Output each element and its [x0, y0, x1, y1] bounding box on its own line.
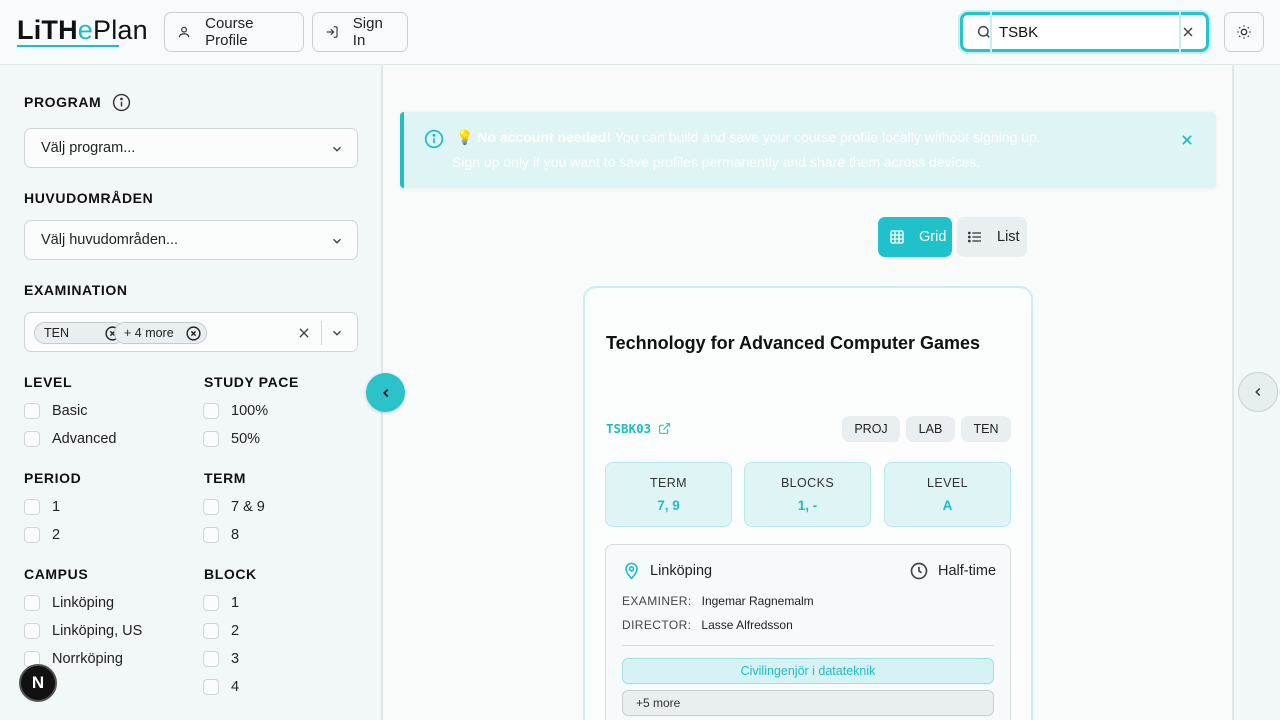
checkbox[interactable] — [24, 623, 40, 639]
level-label: LEVEL — [24, 374, 73, 390]
search-box[interactable] — [960, 12, 1209, 52]
course-title: Technology for Advanced Computer Games — [606, 333, 981, 353]
grid-icon — [890, 230, 904, 244]
theme-toggle-button[interactable] — [1224, 12, 1264, 52]
checkbox[interactable] — [24, 527, 40, 543]
program-select[interactable]: Välj program... — [24, 128, 358, 168]
campus-label: CAMPUS — [24, 566, 89, 582]
more-programs-chip[interactable]: +5 more — [622, 690, 994, 716]
search-input[interactable] — [999, 21, 1169, 43]
pace-info: Half-time — [909, 561, 996, 581]
pace-option-100[interactable]: 100% — [203, 403, 268, 419]
period-option-1[interactable]: 1 — [24, 499, 60, 515]
sign-in-button[interactable]: Sign In — [312, 12, 408, 52]
chevron-down-icon — [333, 238, 341, 244]
info-banner: 💡 No account needed! You can build and s… — [400, 112, 1216, 188]
main-areas-select[interactable]: Välj huvudområden... — [24, 220, 358, 260]
grid-view-button[interactable]: Grid — [878, 217, 952, 257]
external-link-icon — [659, 423, 671, 434]
dev-tools-badge[interactable]: N — [19, 664, 57, 702]
checkbox[interactable] — [203, 679, 219, 695]
separator — [321, 321, 322, 345]
pace-option-50[interactable]: 50% — [203, 431, 260, 447]
checkbox[interactable] — [203, 595, 219, 611]
list-icon — [968, 231, 981, 243]
exam-tag: PROJ — [842, 416, 900, 442]
exam-tag: TEN — [961, 416, 1011, 442]
block-option-3[interactable]: 3 — [203, 651, 239, 667]
checkbox[interactable] — [24, 499, 40, 515]
campus-info: Linköping — [622, 561, 712, 580]
chevron-down-icon[interactable] — [330, 326, 344, 340]
period-label: PERIOD — [24, 470, 82, 486]
term-label: TERM — [204, 470, 247, 486]
term-option-7-9[interactable]: 7 & 9 — [203, 499, 265, 515]
examination-multiselect[interactable]: TEN + 4 more — [24, 312, 358, 352]
director-row: DIRECTOR: Lasse Alfredsson — [622, 618, 793, 632]
banner-text: 💡 No account needed! You can build and s… — [456, 129, 1041, 145]
close-icon[interactable] — [1180, 133, 1194, 147]
exam-chip[interactable]: TEN — [34, 322, 126, 344]
user-icon — [178, 26, 190, 38]
block-option-2[interactable]: 2 — [203, 623, 239, 639]
checkbox[interactable] — [203, 499, 219, 515]
bulb-emoji: 💡 — [456, 129, 474, 145]
program-chip[interactable]: Civilingenjör i datateknik — [622, 658, 994, 684]
clear-search-icon[interactable] — [1180, 24, 1196, 40]
exam-more-chip[interactable]: + 4 more — [114, 322, 207, 344]
main-areas-label: HUVUDOMRÅDEN — [24, 190, 154, 206]
chevron-left-icon — [1255, 387, 1261, 397]
info-icon — [424, 129, 444, 149]
app-logo[interactable]: LiTHePlan — [17, 14, 148, 46]
period-option-2[interactable]: 2 — [24, 527, 60, 543]
course-profile-button[interactable]: Course Profile — [164, 12, 304, 52]
sun-icon — [1237, 25, 1251, 39]
collapse-sidebar-button[interactable] — [366, 373, 405, 412]
logo-underline — [17, 45, 119, 47]
chevron-down-icon — [333, 146, 341, 152]
block-option-1[interactable]: 1 — [203, 595, 239, 611]
checkbox[interactable] — [203, 527, 219, 543]
checkbox[interactable] — [203, 403, 219, 419]
clock-icon — [910, 562, 928, 580]
course-code-link[interactable]: TSBK03 — [606, 421, 671, 436]
search-icon — [977, 25, 990, 38]
checkbox[interactable] — [24, 403, 40, 419]
chevron-left-icon — [382, 388, 388, 397]
exam-tag: LAB — [906, 416, 955, 442]
study-pace-label: STUDY PACE — [204, 374, 299, 390]
sign-in-icon — [326, 26, 338, 38]
program-label: PROGRAM — [24, 94, 102, 110]
clear-selection-icon[interactable] — [297, 326, 311, 340]
examination-label: EXAMINATION — [24, 282, 128, 298]
divider — [622, 645, 994, 646]
banner-text-secondary: Sign up only if you want to save profile… — [452, 154, 981, 170]
block-label: BLOCK — [204, 566, 257, 582]
block-option-4[interactable]: 4 — [203, 679, 239, 695]
campus-option-linkoping[interactable]: Linköping — [24, 595, 114, 611]
campus-option-linkoping-us[interactable]: Linköping, US — [24, 623, 142, 639]
top-header: LiTHePlan Course Profile Sign In — [0, 0, 1280, 65]
remove-chip-icon[interactable] — [185, 325, 202, 342]
expand-right-panel-button[interactable] — [1238, 372, 1278, 412]
checkbox[interactable] — [203, 431, 219, 447]
checkbox[interactable] — [203, 623, 219, 639]
term-option-8[interactable]: 8 — [203, 527, 239, 543]
checkbox[interactable] — [203, 651, 219, 667]
checkbox[interactable] — [24, 431, 40, 447]
list-view-button[interactable]: List — [957, 217, 1027, 257]
map-pin-icon — [625, 562, 638, 580]
examiner-row: EXAMINER: Ingemar Ragnemalm — [622, 594, 814, 608]
level-option-basic[interactable]: Basic — [24, 403, 87, 419]
stat-blocks: BLOCKS 1, - — [744, 462, 871, 527]
level-option-advanced[interactable]: Advanced — [24, 431, 117, 447]
stat-level: LEVEL A — [884, 462, 1011, 527]
stat-term: TERM 7, 9 — [605, 462, 732, 527]
checkbox[interactable] — [24, 595, 40, 611]
info-icon[interactable] — [112, 93, 131, 112]
